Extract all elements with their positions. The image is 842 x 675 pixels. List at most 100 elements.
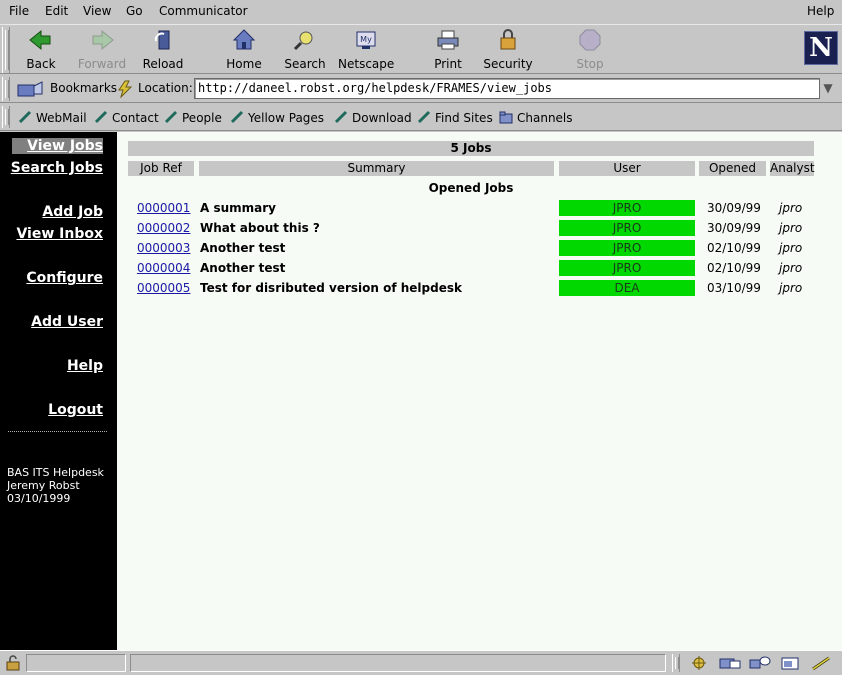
security-label: Security <box>483 57 533 71</box>
table-row: 0000004 Another test JPRO 02/10/99 jpro <box>117 259 842 279</box>
status-message <box>130 654 666 672</box>
job-opened: 30/09/99 <box>707 201 761 215</box>
bookmark-pen-icon <box>18 110 32 124</box>
menu-go[interactable]: Go <box>126 4 143 18</box>
col-summary: Summary <box>199 161 554 176</box>
navigation-toolbar: Back Forward Reload Home Search My Netsc… <box>0 24 842 74</box>
bookmark-contact[interactable]: Contact <box>94 110 159 125</box>
search-label: Search <box>284 57 326 71</box>
url-input[interactable]: http://daneel.robst.org/helpdesk/FRAMES/… <box>194 78 820 99</box>
nav-add-user[interactable]: Add User <box>31 314 103 330</box>
jobs-count-title: 5 Jobs <box>128 141 814 156</box>
security-status-icon[interactable] <box>5 655 21 671</box>
job-analyst: jpro <box>779 261 803 275</box>
table-row: 0000002 What about this ? JPRO 30/09/99 … <box>117 219 842 239</box>
search-button[interactable]: Search <box>282 27 328 73</box>
job-ref-link[interactable]: 0000002 <box>137 221 190 235</box>
print-label: Print <box>434 57 462 71</box>
url-dropdown-icon[interactable]: ▼ <box>820 78 836 99</box>
job-user: DEA <box>559 280 695 296</box>
bookmark-yellow-pages[interactable]: Yellow Pages <box>230 110 324 125</box>
job-ref-link[interactable]: 0000001 <box>137 201 190 215</box>
navigator-icon[interactable] <box>690 655 708 671</box>
table-row: 0000003 Another test JPRO 02/10/99 jpro <box>117 239 842 259</box>
print-icon <box>437 30 459 50</box>
bookmark-pen-icon <box>417 110 431 124</box>
table-row: 0000005 Test for disributed version of h… <box>117 279 842 299</box>
security-button[interactable]: Security <box>482 27 534 73</box>
bookmark-pen-icon <box>230 110 244 124</box>
job-user: JPRO <box>559 200 695 216</box>
reload-label: Reload <box>142 57 184 71</box>
page-content: View Jobs Search Jobs Add Job View Inbox… <box>0 132 842 650</box>
bookmarks-icon[interactable] <box>16 80 44 98</box>
helpdesk-sidebar: View Jobs Search Jobs Add Job View Inbox… <box>0 132 117 650</box>
job-ref-link[interactable]: 0000003 <box>137 241 190 255</box>
forward-button[interactable]: Forward <box>74 27 130 73</box>
mail-icon[interactable] <box>718 655 742 671</box>
nav-search-jobs[interactable]: Search Jobs <box>11 160 103 176</box>
netscape-button[interactable]: My Netscape <box>338 27 394 73</box>
location-grip[interactable] <box>2 77 10 101</box>
job-summary: Test for disributed version of helpdesk <box>200 281 462 295</box>
nav-add-job[interactable]: Add Job <box>42 204 103 220</box>
bookmark-people[interactable]: People <box>164 110 222 125</box>
table-row: 0000001 A summary JPRO 30/09/99 jpro <box>117 199 842 219</box>
home-label: Home <box>226 57 262 71</box>
bookmark-channels[interactable]: Channels <box>499 110 573 125</box>
job-summary: Another test <box>200 261 286 275</box>
jobs-panel: 5 Jobs Job Ref Summary User Opened Analy… <box>117 132 842 650</box>
netscape-logo[interactable]: N <box>804 31 838 65</box>
home-button[interactable]: Home <box>222 27 266 73</box>
bookmark-yellow-pages-label: Yellow Pages <box>248 111 325 125</box>
col-user: User <box>559 161 695 176</box>
menu-bar: File Edit View Go Communicator Help <box>0 0 842 24</box>
nav-help[interactable]: Help <box>67 358 103 374</box>
reload-icon <box>154 30 170 50</box>
bookmark-channels-label: Channels <box>517 111 573 125</box>
stop-icon <box>579 29 601 51</box>
nav-configure[interactable]: Configure <box>26 270 103 286</box>
print-button[interactable]: Print <box>426 27 470 73</box>
bookmarks-button[interactable]: Bookmarks <box>50 81 117 95</box>
personal-grip[interactable] <box>2 106 10 128</box>
composer-icon[interactable] <box>780 655 802 671</box>
col-analyst: Analyst <box>770 161 815 176</box>
bookmark-find-sites[interactable]: Find Sites <box>417 110 493 125</box>
menu-help[interactable]: Help <box>807 4 834 18</box>
job-analyst: jpro <box>779 221 803 235</box>
back-label: Back <box>26 57 56 71</box>
bookmark-find-sites-label: Find Sites <box>435 111 493 125</box>
my-netscape-icon: My <box>356 31 376 49</box>
discussions-icon[interactable] <box>748 655 772 671</box>
status-bar <box>0 650 842 675</box>
menu-communicator[interactable]: Communicator <box>159 4 248 18</box>
sidebar-org: BAS ITS Helpdesk <box>7 466 104 479</box>
bookmark-download[interactable]: Download <box>334 110 412 125</box>
job-ref-link[interactable]: 0000004 <box>137 261 190 275</box>
menu-view[interactable]: View <box>83 4 111 18</box>
stop-button[interactable]: Stop <box>570 27 610 73</box>
back-button[interactable]: Back <box>18 27 64 73</box>
toolbar-grip[interactable] <box>2 27 10 73</box>
bookmark-pen-icon <box>334 110 348 124</box>
bookmark-contact-label: Contact <box>112 111 159 125</box>
job-ref-link[interactable]: 0000005 <box>137 281 190 295</box>
nav-view-jobs[interactable]: View Jobs <box>12 138 103 154</box>
component-bar-grip[interactable] <box>672 654 680 672</box>
svg-text:My: My <box>360 35 372 44</box>
edit-pencil-icon[interactable] <box>810 655 834 671</box>
bookmark-webmail[interactable]: WebMail <box>18 110 87 125</box>
page-proxy-icon[interactable] <box>117 80 133 98</box>
reload-button[interactable]: Reload <box>140 27 186 73</box>
nav-view-inbox[interactable]: View Inbox <box>16 226 103 242</box>
job-user: JPRO <box>559 240 695 256</box>
netscape-label: Netscape <box>338 57 395 71</box>
menu-file[interactable]: File <box>9 4 29 18</box>
nav-logout[interactable]: Logout <box>48 402 103 418</box>
lock-icon <box>500 29 516 50</box>
home-icon <box>232 29 256 50</box>
menu-edit[interactable]: Edit <box>45 4 68 18</box>
job-summary: What about this ? <box>200 221 320 235</box>
bookmark-download-label: Download <box>352 111 412 125</box>
